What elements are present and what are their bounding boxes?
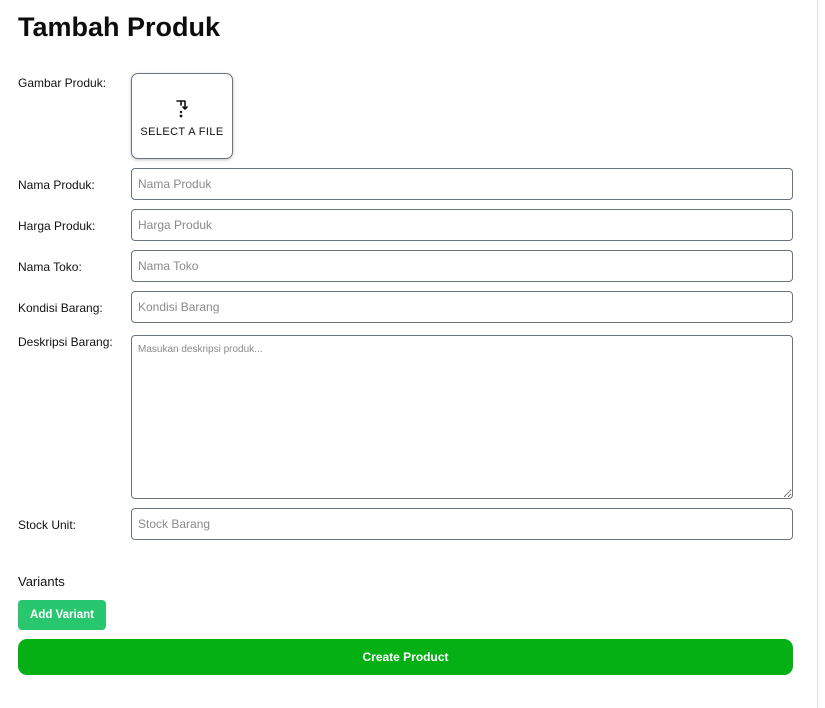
description-textarea[interactable] — [131, 335, 793, 499]
select-file-label: Select a file — [140, 125, 224, 138]
create-product-button[interactable]: Create Product — [18, 639, 793, 675]
scroll-edge-divider — [817, 0, 818, 708]
image-label: Gambar Produk: — [18, 76, 107, 90]
product-price-label: Harga Produk: — [18, 219, 96, 233]
select-file-button[interactable]: Select a file — [131, 73, 233, 159]
variants-heading: Variants — [18, 574, 65, 589]
stock-input[interactable] — [131, 508, 793, 540]
store-name-input[interactable] — [131, 250, 793, 282]
description-label: Deskripsi Barang: — [18, 335, 113, 349]
add-variant-button[interactable]: Add Variant — [18, 600, 106, 630]
page-title: Tambah Produk — [18, 12, 221, 42]
product-name-label: Nama Produk: — [18, 178, 95, 192]
product-name-input[interactable] — [131, 168, 793, 200]
stock-label: Stock Unit: — [18, 518, 77, 532]
store-name-label: Nama Toko: — [18, 260, 82, 274]
condition-input[interactable] — [131, 291, 793, 323]
upload-icon — [176, 99, 188, 117]
product-price-input[interactable] — [131, 209, 793, 241]
condition-label: Kondisi Barang: — [18, 301, 103, 315]
add-product-page: Tambah Produk Gambar Produk: Select a fi… — [0, 0, 825, 708]
